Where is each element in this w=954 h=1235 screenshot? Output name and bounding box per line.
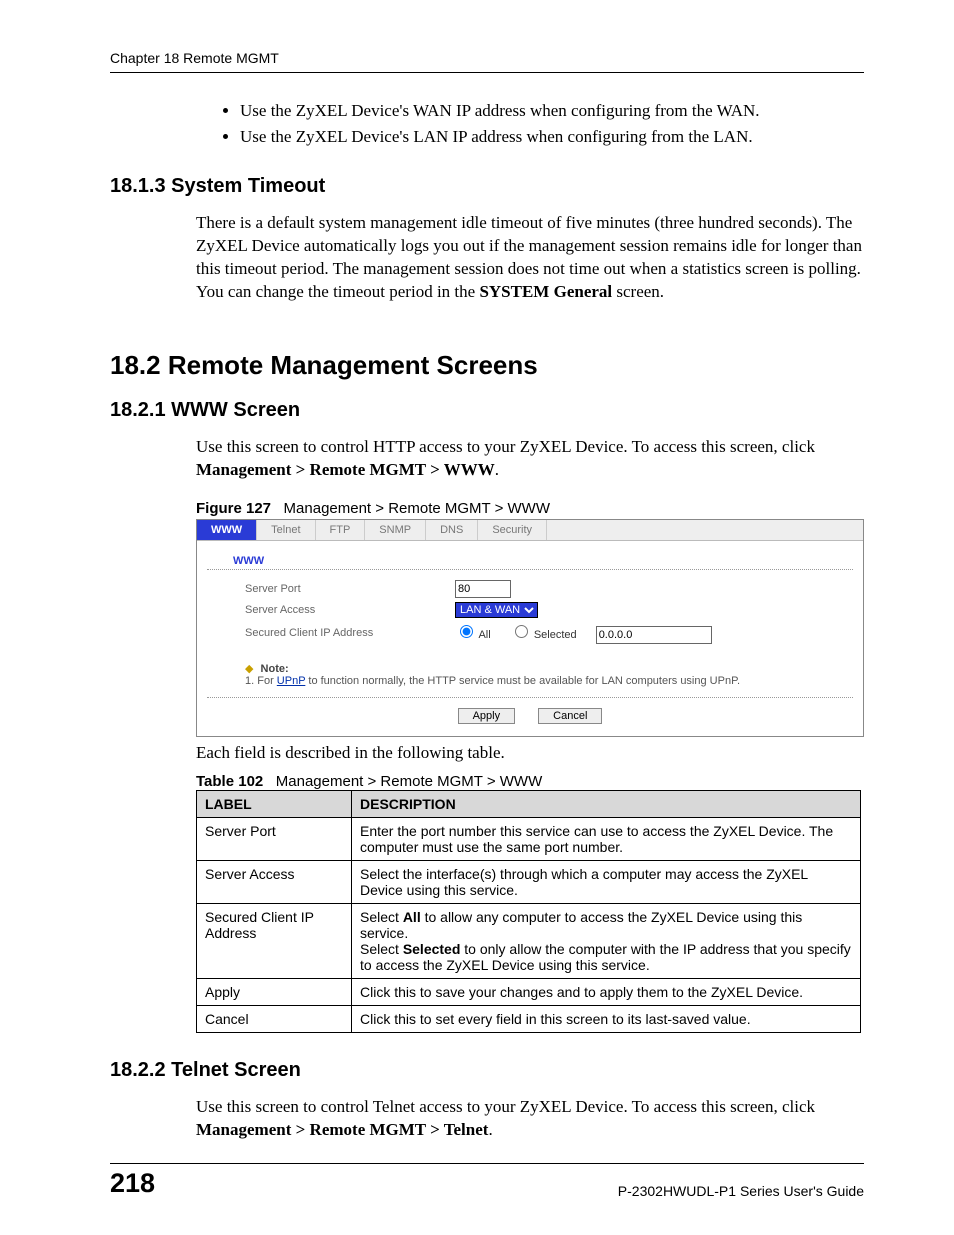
radio-selected-label: Selected bbox=[534, 629, 577, 641]
table-row: Server Access Select the interface(s) th… bbox=[197, 860, 861, 903]
b: All bbox=[403, 909, 421, 925]
table-102: LABEL DESCRIPTION Server Port Enter the … bbox=[196, 790, 861, 1033]
note-item-prefix: 1. For bbox=[245, 675, 277, 687]
apply-button[interactable]: Apply bbox=[458, 708, 516, 724]
note-box: ◆ Note: 1. For UPnP to function normally… bbox=[245, 662, 835, 687]
radio-selected[interactable] bbox=[515, 625, 528, 638]
figure-screenshot: WWW Telnet FTP SNMP DNS Security WWW Ser… bbox=[196, 519, 864, 737]
para-telnet-screen: Use this screen to control Telnet access… bbox=[110, 1096, 864, 1142]
note-icon: ◆ bbox=[245, 663, 253, 675]
breadcrumb-telnet: Management > Remote MGMT > Telnet bbox=[196, 1120, 488, 1139]
tab-telnet[interactable]: Telnet bbox=[257, 520, 315, 540]
table-head-row: LABEL DESCRIPTION bbox=[197, 790, 861, 817]
cell-desc: Select the interface(s) through which a … bbox=[352, 860, 861, 903]
row-server-port: Server Port bbox=[197, 578, 863, 600]
para-www-screen: Use this screen to control HTTP access t… bbox=[110, 436, 864, 482]
label-server-access: Server Access bbox=[245, 604, 455, 616]
para-text-b: . bbox=[488, 1120, 492, 1139]
para-bold-system-general: SYSTEM General bbox=[479, 282, 612, 301]
panel-title: WWW bbox=[207, 541, 853, 570]
row-secured-ip: Secured Client IP Address All Selected bbox=[197, 620, 863, 646]
cell-label: Apply bbox=[197, 978, 352, 1005]
t: Select bbox=[360, 909, 403, 925]
th-description: DESCRIPTION bbox=[352, 790, 861, 817]
radio-all-wrap[interactable]: All bbox=[455, 629, 491, 641]
cancel-button[interactable]: Cancel bbox=[538, 708, 602, 724]
para-text-b: screen. bbox=[612, 282, 664, 301]
t: Select bbox=[360, 941, 403, 957]
page-footer: 218 P-2302HWUDL-P1 Series User's Guide bbox=[110, 1163, 864, 1199]
tab-security[interactable]: Security bbox=[478, 520, 547, 540]
tab-ftp[interactable]: FTP bbox=[316, 520, 366, 540]
row-server-access: Server Access LAN & WAN bbox=[197, 600, 863, 620]
cell-desc: Click this to save your changes and to a… bbox=[352, 978, 861, 1005]
intro-bullets: Use the ZyXEL Device's WAN IP address wh… bbox=[110, 101, 864, 147]
running-header: Chapter 18 Remote MGMT bbox=[110, 50, 864, 73]
table-caption: Table 102 Management > Remote MGMT > WWW bbox=[110, 773, 864, 790]
page-number: 218 bbox=[110, 1168, 155, 1199]
note-head: Note: bbox=[261, 663, 289, 675]
input-server-port[interactable] bbox=[455, 580, 511, 598]
figure-label: Figure 127 bbox=[196, 500, 271, 517]
para-text-a: Use this screen to control HTTP access t… bbox=[196, 437, 815, 456]
label-server-port: Server Port bbox=[245, 583, 455, 595]
after-figure-text: Each field is described in the following… bbox=[110, 743, 864, 763]
radio-group-secured: All Selected bbox=[455, 622, 712, 644]
guide-name: P-2302HWUDL-P1 Series User's Guide bbox=[618, 1183, 864, 1199]
tab-www[interactable]: WWW bbox=[197, 520, 257, 540]
para-system-timeout: There is a default system management idl… bbox=[110, 212, 864, 304]
table-row: Server Port Enter the port number this s… bbox=[197, 817, 861, 860]
t: to allow any computer to access the ZyXE… bbox=[360, 909, 802, 941]
input-secured-ip[interactable] bbox=[596, 626, 712, 644]
table-caption-text: Management > Remote MGMT > WWW bbox=[276, 773, 542, 790]
para-text-b: . bbox=[495, 460, 499, 479]
cell-label: Secured Client IP Address bbox=[197, 903, 352, 978]
cell-desc: Select All to allow any computer to acce… bbox=[352, 903, 861, 978]
note-item-suffix: to function normally, the HTTP service m… bbox=[305, 675, 740, 687]
figure-caption: Figure 127 Management > Remote MGMT > WW… bbox=[110, 500, 864, 517]
tab-dns[interactable]: DNS bbox=[426, 520, 478, 540]
breadcrumb-www: Management > Remote MGMT > WWW bbox=[196, 460, 495, 479]
table-row: Cancel Click this to set every field in … bbox=[197, 1005, 861, 1032]
button-row: Apply Cancel bbox=[207, 697, 853, 736]
cell-label: Server Port bbox=[197, 817, 352, 860]
heading-18-1-3: 18.1.3 System Timeout bbox=[110, 175, 864, 198]
tab-snmp[interactable]: SNMP bbox=[365, 520, 426, 540]
select-server-access[interactable]: LAN & WAN bbox=[455, 602, 538, 618]
th-label: LABEL bbox=[197, 790, 352, 817]
heading-18-2-1: 18.2.1 WWW Screen bbox=[110, 399, 864, 422]
table-label: Table 102 bbox=[196, 773, 263, 790]
link-upnp[interactable]: UPnP bbox=[277, 675, 306, 687]
tab-bar: WWW Telnet FTP SNMP DNS Security bbox=[197, 520, 863, 541]
bullet-lan: Use the ZyXEL Device's LAN IP address wh… bbox=[240, 127, 864, 147]
cell-desc: Enter the port number this service can u… bbox=[352, 817, 861, 860]
cell-desc: Click this to set every field in this sc… bbox=[352, 1005, 861, 1032]
cell-label: Cancel bbox=[197, 1005, 352, 1032]
label-secured-ip: Secured Client IP Address bbox=[245, 627, 455, 639]
figure-caption-text: Management > Remote MGMT > WWW bbox=[284, 500, 550, 517]
table-row: Secured Client IP Address Select All to … bbox=[197, 903, 861, 978]
cell-label: Server Access bbox=[197, 860, 352, 903]
radio-all-label: All bbox=[478, 629, 490, 641]
radio-all[interactable] bbox=[460, 625, 473, 638]
b: Selected bbox=[403, 941, 461, 957]
radio-selected-wrap[interactable]: Selected bbox=[510, 629, 577, 641]
para-text-a: Use this screen to control Telnet access… bbox=[196, 1097, 815, 1116]
table-row: Apply Click this to save your changes an… bbox=[197, 978, 861, 1005]
heading-18-2: 18.2 Remote Management Screens bbox=[110, 350, 864, 381]
heading-18-2-2: 18.2.2 Telnet Screen bbox=[110, 1059, 864, 1082]
bullet-wan: Use the ZyXEL Device's WAN IP address wh… bbox=[240, 101, 864, 121]
